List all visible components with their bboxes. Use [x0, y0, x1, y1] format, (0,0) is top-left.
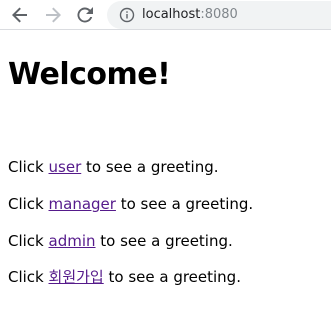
- line-suffix: to see a greeting.: [103, 268, 241, 286]
- greeting-line-signup: Click 회원가입 to see a greeting.: [8, 267, 241, 287]
- line-suffix: to see a greeting.: [95, 232, 233, 250]
- user-link[interactable]: user: [49, 158, 82, 176]
- url-text[interactable]: localhost:8080: [142, 6, 238, 24]
- browser-toolbar: localhost:8080: [0, 0, 331, 30]
- line-suffix: to see a greeting.: [81, 158, 219, 176]
- greeting-line-manager: Click manager to see a greeting.: [8, 194, 253, 214]
- admin-link[interactable]: admin: [49, 232, 96, 250]
- info-icon[interactable]: [119, 7, 135, 23]
- greeting-line-user: Click user to see a greeting.: [8, 157, 219, 177]
- greeting-line-admin: Click admin to see a greeting.: [8, 231, 233, 251]
- back-arrow-icon: [12, 7, 27, 23]
- page-title: Welcome!: [8, 57, 171, 92]
- signup-link[interactable]: 회원가입: [49, 268, 104, 286]
- back-button[interactable]: [8, 3, 32, 27]
- url-host: localhost: [142, 7, 201, 22]
- forward-button[interactable]: [41, 3, 65, 27]
- address-bar[interactable]: localhost:8080: [107, 1, 331, 29]
- reload-button[interactable]: [73, 3, 97, 27]
- reload-icon: [77, 7, 93, 23]
- forward-arrow-icon: [46, 7, 61, 23]
- line-prefix: Click: [8, 195, 49, 213]
- line-prefix: Click: [8, 268, 49, 286]
- url-port: :8080: [200, 7, 238, 22]
- line-prefix: Click: [8, 232, 49, 250]
- manager-link[interactable]: manager: [49, 195, 116, 213]
- line-suffix: to see a greeting.: [115, 195, 254, 213]
- line-prefix: Click: [8, 158, 49, 176]
